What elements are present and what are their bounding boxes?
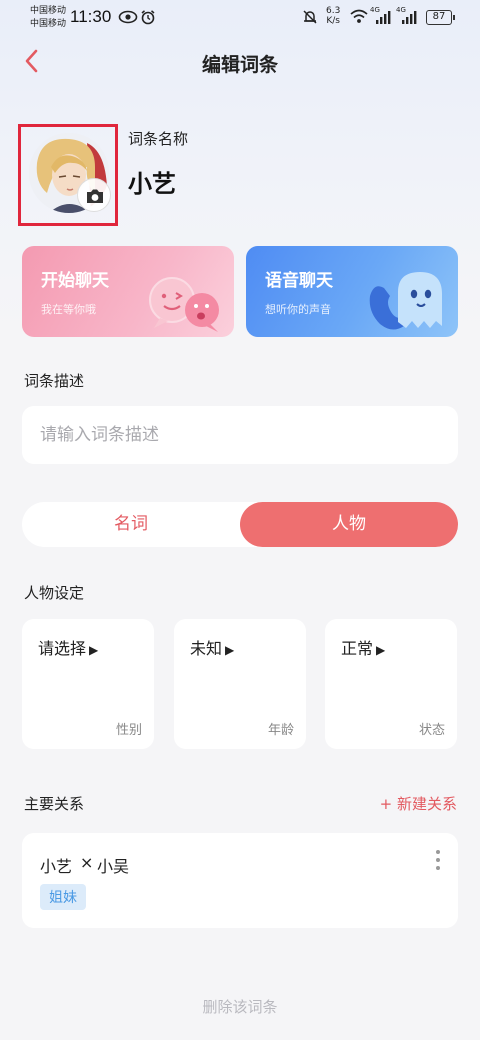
entry-name-label: 词条名称 [128,130,189,148]
age-value-row[interactable]: 未知 ▶ [190,635,234,659]
net-speed-unit: K/s [326,16,340,26]
entry-type-segment: 名词 人物 [22,502,458,547]
eye-icon [118,10,138,24]
relation-person-b: 小吴 [97,857,130,876]
voice-chat-card[interactable]: 语音聊天 想听你的声音 [246,246,458,337]
mute-bell-icon [303,10,317,24]
state-value: 正常 [341,639,374,658]
status-time: 11:30 [70,7,112,26]
gender-label: 性别 [115,723,142,738]
relation-tag: 姐妹 [40,884,86,910]
state-card[interactable]: 正常 ▶ 状态 [325,619,457,749]
segment-person[interactable]: 人物 [240,502,458,547]
start-chat-title: 开始聊天 [41,271,109,291]
alarm-icon [141,10,155,25]
segment-noun[interactable]: 名词 [22,502,240,547]
delete-entry-button[interactable]: 删除该词条 [0,996,480,1017]
page-title: 编辑词条 [201,54,278,76]
status-bar: 中国移动 中国移动 11:30 6.3 K/s 4G 4G 87 [0,0,480,36]
cell-signal-2: 4G [396,6,418,28]
emoji-bubbles-icon [149,277,219,332]
character-settings-label: 人物设定 [24,584,85,602]
entry-name[interactable]: 小艺 [128,164,176,199]
relation-separator: × [80,853,94,872]
dropdown-triangle-icon: ▶ [376,643,386,657]
signal-bars-icon [402,11,417,24]
wifi-icon [350,9,368,23]
more-options-icon[interactable] [434,850,442,874]
dropdown-triangle-icon: ▶ [89,643,99,657]
start-chat-card[interactable]: 开始聊天 我在等你哦 [22,246,234,337]
age-label: 年龄 [267,723,294,738]
age-value: 未知 [190,639,223,658]
relation-person-a: 小艺 [40,857,73,876]
relations-label: 主要关系 [24,795,85,813]
change-avatar-button[interactable] [77,178,111,212]
gender-card[interactable]: 请选择 ▶ 性别 [22,619,154,749]
battery-icon: 87 [426,10,455,25]
start-chat-subtitle: 我在等你哦 [41,303,96,316]
camera-icon [87,189,103,203]
ghost-phone-icon [369,272,442,330]
net-speed-value: 6.3 [326,6,341,16]
cell-signal-1: 4G [370,6,392,28]
gender-value-row[interactable]: 请选择 ▶ [38,635,98,659]
voice-chat-title: 语音聊天 [265,271,333,291]
gender-value: 请选择 [38,639,87,658]
signal-bars-icon [376,11,391,24]
state-value-row[interactable]: 正常 ▶ [341,635,385,659]
new-relation-button[interactable]: + 新建关系 [380,793,457,814]
carrier-2: 中国移动 [30,19,67,29]
top-nav-bar: 编辑词条 [0,40,480,84]
voice-chat-subtitle: 想听你的声音 [265,303,331,316]
avatar-highlight-frame[interactable] [18,124,118,226]
description-label: 词条描述 [24,372,85,390]
relation-item[interactable]: 小艺 × 小吴 姐妹 [22,833,458,928]
dropdown-triangle-icon: ▶ [225,643,235,657]
network-speed: 6.3 K/s [326,6,340,26]
description-input[interactable] [22,406,458,464]
carrier-1: 中国移动 [30,6,67,16]
state-label: 状态 [418,723,445,738]
age-card[interactable]: 未知 ▶ 年龄 [174,619,306,749]
